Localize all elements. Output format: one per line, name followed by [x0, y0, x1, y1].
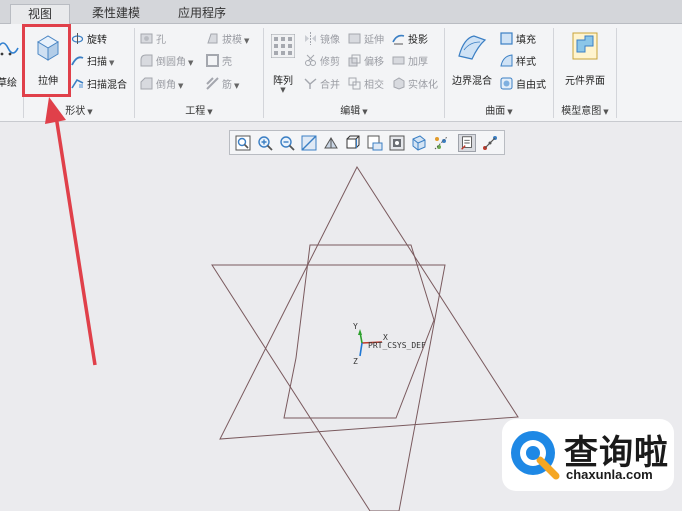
watermark-url: chaxunla.com	[566, 467, 653, 482]
watermark: 查询啦 chaxunla.com	[502, 419, 674, 491]
watermark-logo-icon	[511, 431, 560, 480]
